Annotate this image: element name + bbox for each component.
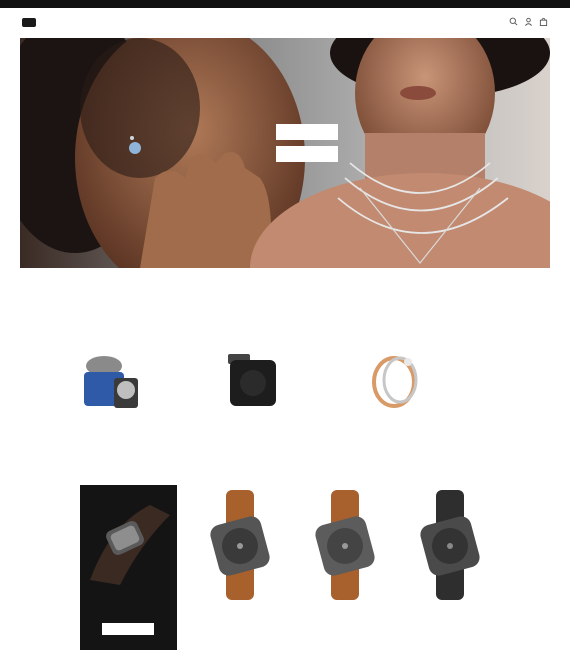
hero-banner — [20, 38, 550, 268]
bag-icon[interactable] — [539, 17, 548, 26]
promo-card-button[interactable] — [102, 623, 154, 635]
promo-card[interactable] — [80, 485, 177, 650]
account-icon[interactable] — [524, 17, 533, 26]
intro-section — [0, 290, 570, 296]
category-image-watches — [80, 350, 142, 412]
hero-secondary-button[interactable] — [276, 146, 338, 162]
section-header — [80, 460, 492, 472]
category-tile[interactable] — [222, 350, 358, 412]
product-image-watch — [315, 490, 375, 600]
site-header — [0, 8, 570, 36]
product-grid — [190, 490, 500, 615]
product-image-watch — [420, 490, 480, 600]
product-card[interactable] — [295, 490, 395, 615]
promo-bar — [0, 0, 570, 8]
logo-mark — [22, 17, 36, 27]
header-utilities — [509, 17, 548, 26]
category-tile[interactable] — [80, 350, 216, 412]
category-image-black — [222, 350, 284, 412]
category-row — [80, 350, 500, 412]
product-card[interactable] — [190, 490, 290, 615]
hero-copy — [242, 116, 372, 162]
hero-primary-button[interactable] — [276, 124, 338, 140]
category-image-rings — [364, 350, 426, 412]
search-icon[interactable] — [509, 17, 518, 26]
logo[interactable] — [22, 16, 62, 28]
product-image-watch — [210, 490, 270, 600]
category-tile[interactable] — [364, 350, 500, 412]
product-card[interactable] — [400, 490, 500, 615]
